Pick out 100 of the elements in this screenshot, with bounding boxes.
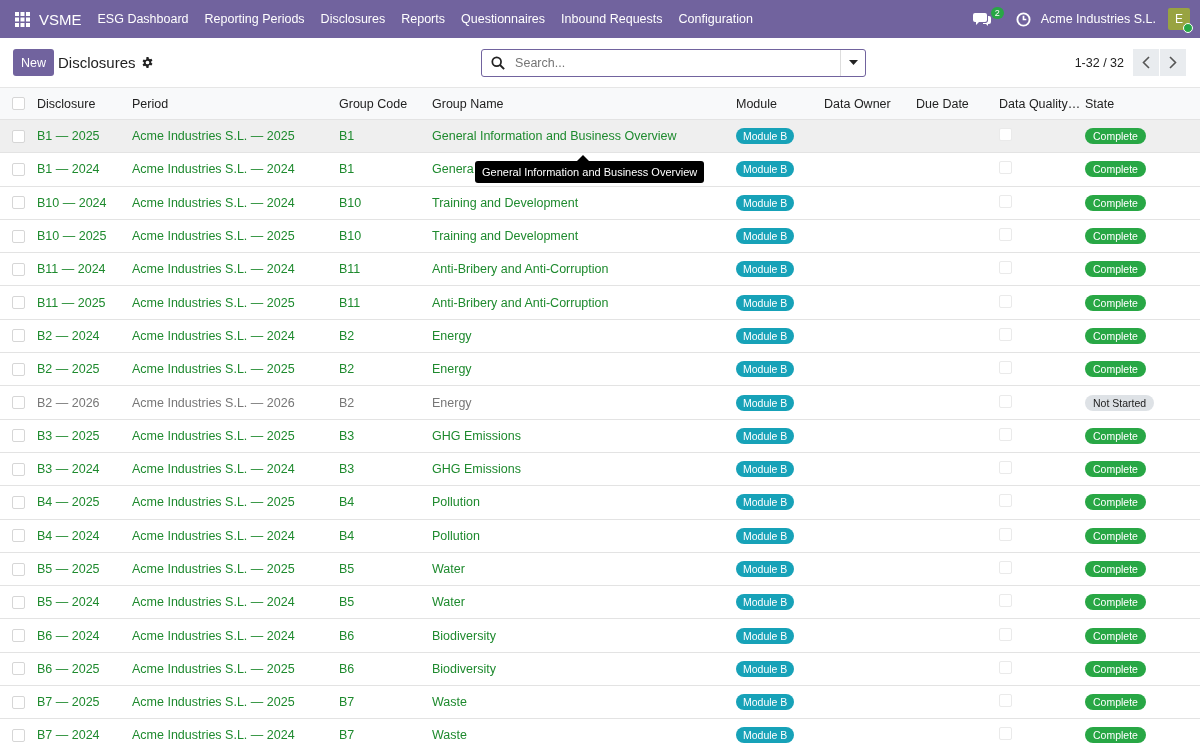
table-row[interactable]: B2 — 2025 Acme Industries S.L. — 2025 B2 Energy Module B Complete bbox=[0, 353, 1200, 387]
row-checkbox[interactable] bbox=[12, 229, 25, 243]
row-checkbox[interactable] bbox=[12, 429, 25, 443]
state-tag: Complete bbox=[1085, 660, 1146, 677]
company-switcher[interactable]: Acme Industries S.L. bbox=[1040, 12, 1156, 26]
table-cell: Biodiversity bbox=[432, 661, 496, 676]
module-tag: Module B bbox=[736, 394, 795, 411]
column-header[interactable]: Period bbox=[132, 96, 339, 111]
menu-item[interactable]: ESG Dashboard bbox=[97, 12, 189, 26]
page-title: Disclosures bbox=[58, 54, 136, 71]
apps-grid-icon[interactable] bbox=[15, 11, 30, 27]
table-cell: Acme Industries S.L. — 2025 bbox=[132, 229, 295, 244]
table-cell: B1 bbox=[339, 162, 355, 177]
row-checkbox[interactable] bbox=[12, 629, 25, 643]
table-cell: General Information and Business Overview bbox=[432, 129, 677, 144]
next-page-button[interactable] bbox=[1160, 49, 1186, 76]
row-checkbox[interactable] bbox=[12, 129, 25, 143]
row-checkbox[interactable] bbox=[12, 529, 25, 543]
row-checkbox[interactable] bbox=[12, 462, 25, 476]
row-checkbox[interactable] bbox=[12, 329, 25, 343]
table-cell: Acme Industries S.L. — 2025 bbox=[132, 362, 295, 377]
chevron-right-icon bbox=[1169, 56, 1177, 69]
row-checkbox[interactable] bbox=[12, 695, 25, 709]
module-tag: Module B bbox=[736, 294, 795, 311]
chevron-left-icon bbox=[1142, 56, 1150, 69]
row-checkbox[interactable] bbox=[12, 396, 25, 409]
row-checkbox[interactable] bbox=[12, 495, 25, 509]
table-cell: Biodiversity bbox=[432, 628, 496, 643]
table-row[interactable]: B2 — 2024 Acme Industries S.L. — 2024 B2 Energy Module B Complete bbox=[0, 319, 1200, 354]
table-cell: Anti-Bribery and Anti-Corruption bbox=[432, 262, 609, 277]
table-row[interactable]: B11 — 2024 Acme Industries S.L. — 2024 B11 Anti-Bribery and Anti-Corruption Module B Complete bbox=[0, 253, 1200, 287]
column-header[interactable]: Data Owner bbox=[824, 96, 916, 111]
table-cell: B3 — 2025 bbox=[37, 428, 100, 443]
column-header[interactable]: State bbox=[1085, 96, 1200, 111]
row-checkbox[interactable] bbox=[12, 262, 25, 276]
table-row[interactable]: B7 — 2025 Acme Industries S.L. — 2025 B7 Waste Module B Complete bbox=[0, 686, 1200, 720]
module-tag: Module B bbox=[736, 194, 795, 211]
select-all-checkbox[interactable] bbox=[12, 97, 25, 110]
column-header[interactable]: Data Quality… bbox=[999, 96, 1085, 111]
previous-page-button[interactable] bbox=[1133, 49, 1159, 76]
new-button[interactable]: New bbox=[13, 49, 54, 76]
column-header[interactable]: Disclosure bbox=[37, 96, 132, 111]
table-cell: B3 — 2024 bbox=[37, 462, 100, 477]
table-row[interactable]: B3 — 2025 Acme Industries S.L. — 2025 B3 GHG Emissions Module B Complete bbox=[0, 419, 1200, 453]
table-cell: GHG Emissions bbox=[432, 462, 521, 477]
row-checkbox[interactable] bbox=[12, 296, 25, 310]
table-cell: Acme Industries S.L. — 2025 bbox=[132, 129, 295, 144]
table-row[interactable]: B10 — 2025 Acme Industries S.L. — 2025 B10 Training and Development Module B Complete bbox=[0, 219, 1200, 254]
table-row[interactable]: B4 — 2025 Acme Industries S.L. — 2025 B4 Pollution Module B Complete bbox=[0, 486, 1200, 520]
user-avatar[interactable]: E bbox=[1168, 8, 1190, 30]
menu-item[interactable]: Reporting Periods bbox=[204, 12, 305, 26]
row-checkbox[interactable] bbox=[12, 196, 25, 210]
settings-icon[interactable] bbox=[141, 57, 153, 68]
table-row[interactable]: B6 — 2025 Acme Industries S.L. — 2025 B6 Biodiversity Module B Complete bbox=[0, 652, 1200, 687]
table-row[interactable]: B10 — 2024 Acme Industries S.L. — 2024 B10 Training and Development Module B Complete bbox=[0, 186, 1200, 220]
table-cell: GHG Emissions bbox=[432, 428, 521, 443]
table-cell: Acme Industries S.L. — 2025 bbox=[132, 661, 295, 676]
table-cell: B2 — 2024 bbox=[37, 328, 100, 343]
menu-item[interactable]: Inbound Requests bbox=[561, 12, 663, 26]
table-cell: B11 bbox=[339, 295, 361, 310]
row-checkbox[interactable] bbox=[12, 562, 25, 576]
menu-item[interactable]: Questionnaires bbox=[461, 12, 546, 26]
column-header[interactable]: Module bbox=[736, 96, 824, 111]
table-row[interactable]: B5 — 2025 Acme Industries S.L. — 2025 B5 Water Module B Complete bbox=[0, 552, 1200, 587]
row-checkbox[interactable] bbox=[12, 595, 25, 609]
table-row[interactable]: B6 — 2024 Acme Industries S.L. — 2024 B6 Biodiversity Module B Complete bbox=[0, 619, 1200, 653]
menu-item[interactable]: Reports bbox=[401, 12, 445, 26]
row-checkbox[interactable] bbox=[12, 729, 25, 742]
menu-item[interactable]: Disclosures bbox=[320, 12, 386, 26]
table-cell: Water bbox=[432, 562, 465, 576]
table-cell: Acme Industries S.L. — 2024 bbox=[132, 528, 295, 543]
table-row[interactable]: B4 — 2024 Acme Industries S.L. — 2024 B4 Pollution Module B Complete bbox=[0, 519, 1200, 553]
row-checkbox[interactable] bbox=[12, 362, 25, 376]
module-tag: Module B bbox=[736, 527, 795, 544]
table-cell: B11 — 2024 bbox=[37, 262, 106, 277]
state-tag: Complete bbox=[1085, 161, 1146, 178]
module-tag: Module B bbox=[736, 361, 795, 378]
tooltip-arrow bbox=[577, 155, 589, 161]
search-field[interactable]: Search... bbox=[481, 48, 867, 77]
row-checkbox[interactable] bbox=[12, 662, 25, 676]
table-row[interactable]: B5 — 2024 Acme Industries S.L. — 2024 B5 Water Module B Complete bbox=[0, 586, 1200, 620]
clock-icon[interactable] bbox=[1015, 11, 1031, 27]
pager-value[interactable]: 1-32 / 32 bbox=[1074, 55, 1124, 70]
messages-button[interactable] bbox=[972, 11, 991, 27]
table-row[interactable]: B11 — 2025 Acme Industries S.L. — 2025 B11 Anti-Bribery and Anti-Corruption Module B Complete bbox=[0, 286, 1200, 320]
column-header[interactable]: Due Date bbox=[916, 96, 999, 111]
table-row[interactable]: B2 — 2026 Acme Industries S.L. — 2026 B2 Energy Module B Not Started bbox=[0, 386, 1200, 420]
table-row[interactable]: B1 — 2025 Acme Industries S.L. — 2025 B1 General Information and Business Overview Module B Complete bbox=[0, 120, 1200, 154]
table-row[interactable]: B7 — 2024 Acme Industries S.L. — 2024 B7 Waste Module B Complete bbox=[0, 719, 1200, 750]
menu-item[interactable]: Configuration bbox=[678, 12, 753, 26]
table-cell: Waste bbox=[432, 695, 467, 710]
row-checkbox[interactable] bbox=[12, 162, 25, 176]
app-name-link[interactable]: VSME bbox=[39, 10, 82, 28]
column-header[interactable]: Group Name bbox=[432, 96, 736, 111]
table-row[interactable]: B3 — 2024 Acme Industries S.L. — 2024 B3 GHG Emissions Module B Complete bbox=[0, 452, 1200, 487]
table-cell: Acme Industries S.L. — 2024 bbox=[132, 595, 295, 610]
table-cell: B6 — 2025 bbox=[37, 661, 100, 676]
table-cell: Pollution bbox=[432, 495, 480, 510]
column-header[interactable]: Group Code bbox=[339, 96, 432, 111]
table-cell: Acme Industries S.L. — 2025 bbox=[132, 562, 295, 576]
